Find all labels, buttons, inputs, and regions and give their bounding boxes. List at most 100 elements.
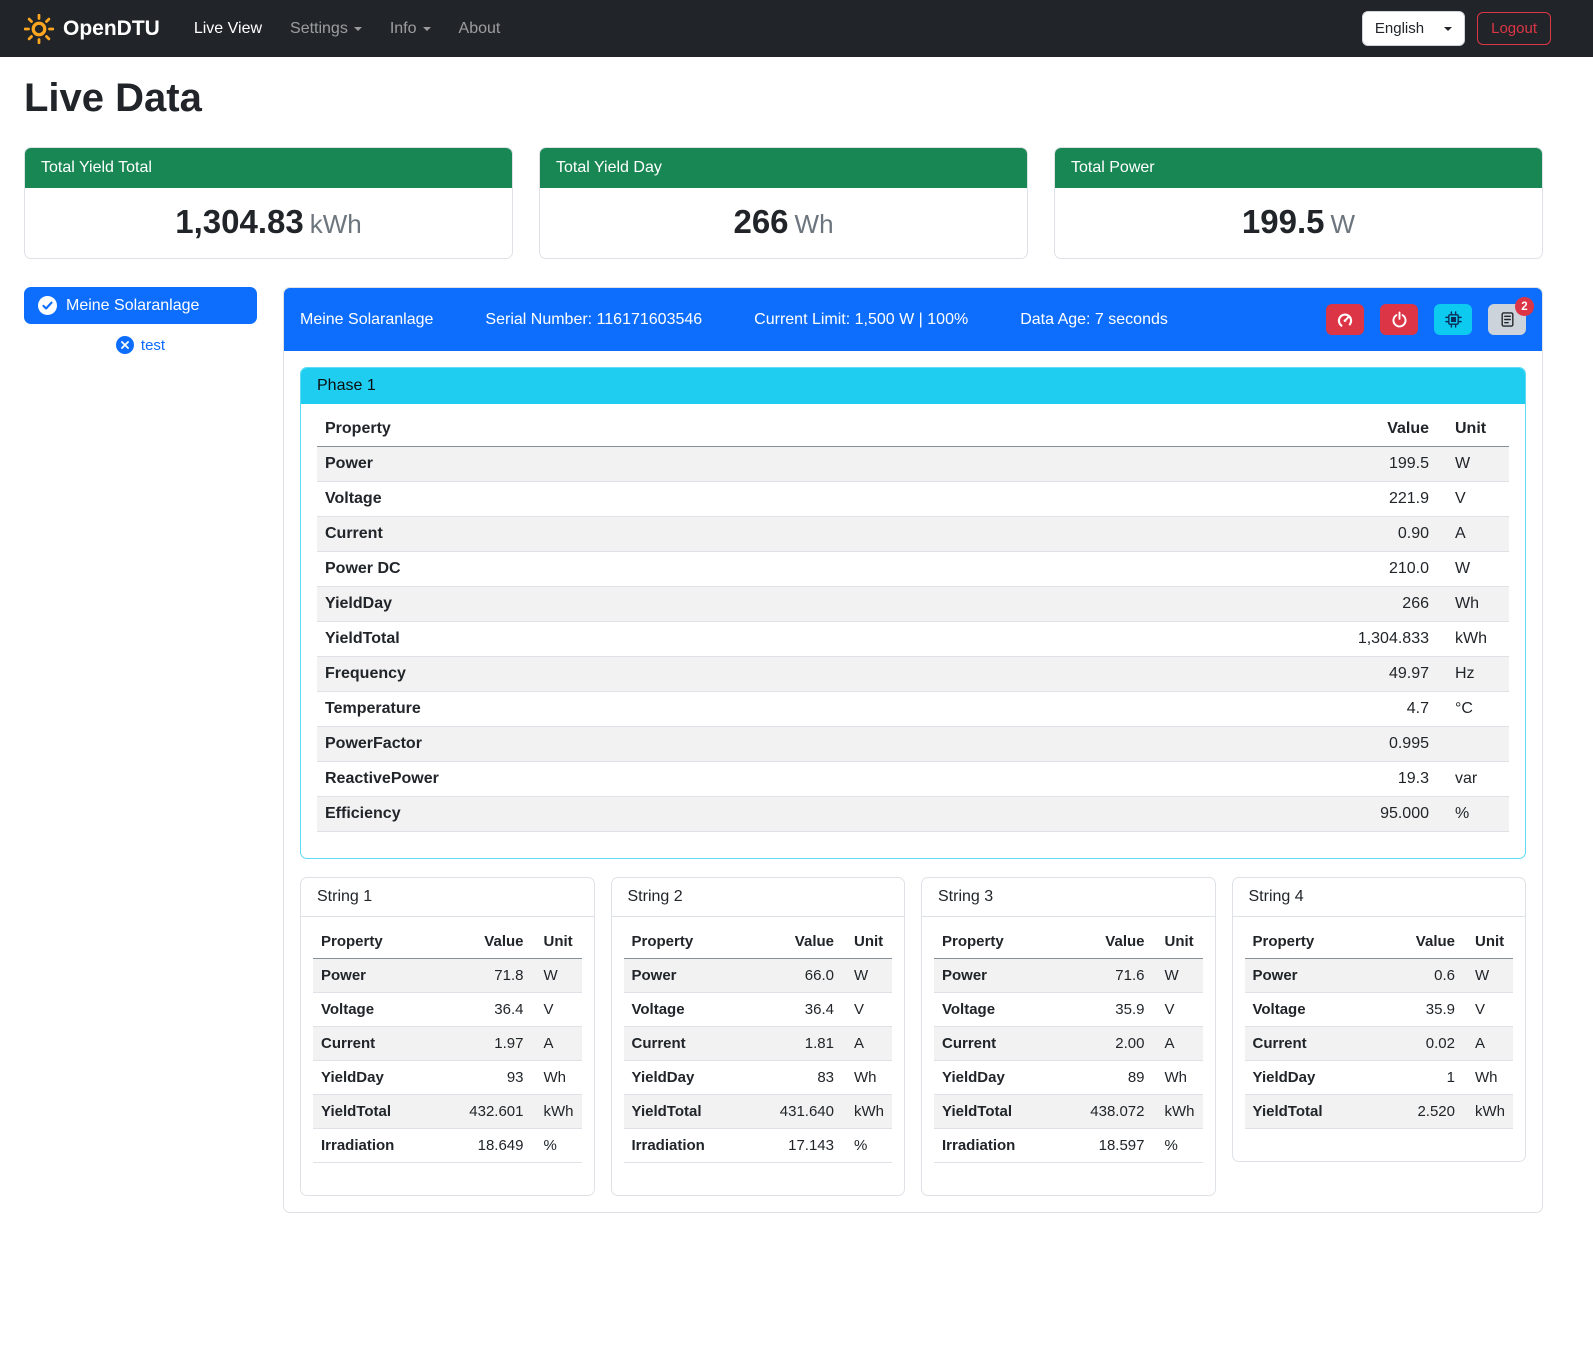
phase-table: PropertyValueUnit Power199.5WVoltage221.… [317, 412, 1509, 832]
inverter-item-test[interactable]: test [24, 336, 257, 354]
inverter-item-label: test [141, 337, 165, 354]
value-cell: 93 [435, 1061, 531, 1095]
table-row: Temperature4.7°C [317, 692, 1509, 727]
phase-card: Phase 1 PropertyValueUnit Power199.5WVol… [300, 367, 1526, 859]
totals-row: Total Yield Total 1,304.83kWh Total Yiel… [24, 147, 1543, 259]
unit-cell: Wh [1437, 587, 1509, 622]
main-nav: Live View Settings Info About [180, 12, 515, 46]
stat-card-title: Total Yield Day [540, 148, 1027, 188]
string-title: String 3 [922, 878, 1215, 917]
nav-item-settings[interactable]: Settings [276, 12, 376, 46]
event-log-button[interactable]: 2 [1488, 304, 1526, 335]
property-cell: Power [934, 959, 1056, 993]
property-cell: Current [317, 517, 987, 552]
column-header: Value [746, 925, 842, 959]
stat-card-total-yield-total: Total Yield Total 1,304.83kWh [24, 147, 513, 259]
unit-cell: Wh [842, 1061, 892, 1095]
inverter-name: Meine Solaranlage [300, 311, 433, 329]
column-header: Value [1056, 925, 1152, 959]
logout-button[interactable]: Logout [1477, 12, 1551, 45]
value-cell: 17.143 [746, 1129, 842, 1163]
table-row: YieldDay1Wh [1245, 1061, 1514, 1095]
inverter-actions: 2 [1326, 304, 1526, 335]
table-row: ReactivePower19.3var [317, 762, 1509, 797]
stat-value: 266 [733, 203, 788, 240]
property-cell: Power [624, 959, 746, 993]
brand[interactable]: OpenDTU [24, 14, 160, 44]
value-cell: 210.0 [987, 552, 1437, 587]
value-cell: 1 [1378, 1061, 1463, 1095]
power-settings-button[interactable] [1380, 304, 1418, 335]
inverter-select-label: Meine Solaranlage [66, 297, 199, 315]
value-cell: 4.7 [987, 692, 1437, 727]
value-cell: 49.97 [987, 657, 1437, 692]
unit-cell: W [1437, 552, 1509, 587]
page-title: Live Data [24, 76, 1543, 121]
table-row: Current0.90A [317, 517, 1509, 552]
property-cell: Current [313, 1027, 435, 1061]
unit-cell: kWh [842, 1095, 892, 1129]
unit-cell: kWh [1463, 1095, 1513, 1129]
main-content: Live Data Total Yield Total 1,304.83kWh … [0, 76, 1593, 1243]
nav-item-info[interactable]: Info [376, 12, 445, 46]
table-row: Power199.5W [317, 447, 1509, 482]
inverter-select-button[interactable]: Meine Solaranlage [24, 287, 257, 324]
string-table: PropertyValueUnit Power0.6WVoltage35.9VC… [1245, 925, 1514, 1129]
value-cell: 18.597 [1056, 1129, 1152, 1163]
string-title: String 4 [1233, 878, 1526, 917]
column-header: Value [435, 925, 531, 959]
table-row: Current1.97A [313, 1027, 582, 1061]
nav-item-label: Settings [290, 20, 348, 38]
table-row: Frequency49.97Hz [317, 657, 1509, 692]
column-header: Property [317, 412, 987, 447]
table-row: Efficiency95.000% [317, 797, 1509, 832]
brand-label: OpenDTU [63, 17, 160, 41]
column-header: Unit [1437, 412, 1509, 447]
nav-item-about[interactable]: About [445, 12, 515, 46]
property-cell: Current [934, 1027, 1056, 1061]
property-cell: YieldTotal [1245, 1095, 1378, 1129]
column-header: Property [624, 925, 746, 959]
table-header-row: PropertyValueUnit [317, 412, 1509, 447]
table-row: Irradiation18.597% [934, 1129, 1203, 1163]
column-header: Value [987, 412, 1437, 447]
value-cell: 18.649 [435, 1129, 531, 1163]
table-row: Power66.0W [624, 959, 893, 993]
stat-card-title: Total Power [1055, 148, 1542, 188]
nav-item-live-view[interactable]: Live View [180, 12, 276, 46]
value-cell: 0.995 [987, 727, 1437, 762]
value-cell: 1,304.833 [987, 622, 1437, 657]
value-cell: 36.4 [435, 993, 531, 1027]
limit-settings-button[interactable] [1326, 304, 1364, 335]
value-cell: 66.0 [746, 959, 842, 993]
unit-cell: V [1437, 482, 1509, 517]
value-cell: 19.3 [987, 762, 1437, 797]
device-info-button[interactable] [1434, 304, 1472, 335]
value-cell: 36.4 [746, 993, 842, 1027]
unit-cell: A [1153, 1027, 1203, 1061]
string-card-4: String 4 PropertyValueUnit Power0.6WVolt… [1232, 877, 1527, 1162]
table-row: Power DC210.0W [317, 552, 1509, 587]
stat-value: 199.5 [1242, 203, 1325, 240]
cpu-icon [1445, 311, 1462, 328]
value-cell: 89 [1056, 1061, 1152, 1095]
unit-cell: V [1463, 993, 1513, 1027]
unit-cell: kWh [1437, 622, 1509, 657]
stat-card-total-power: Total Power 199.5W [1054, 147, 1543, 259]
stat-value: 1,304.83 [175, 203, 303, 240]
string-card-3: String 3 PropertyValueUnit Power71.6WVol… [921, 877, 1216, 1196]
inverter-serial: Serial Number: 116171603546 [485, 311, 702, 329]
value-cell: 438.072 [1056, 1095, 1152, 1129]
language-select[interactable]: English [1362, 11, 1465, 46]
value-cell: 35.9 [1378, 993, 1463, 1027]
table-row: YieldDay93Wh [313, 1061, 582, 1095]
unit-cell: A [842, 1027, 892, 1061]
inverter-sidebar: Meine Solaranlage test [24, 287, 257, 354]
stat-card-body: 1,304.83kWh [25, 188, 512, 258]
phase-title: Phase 1 [301, 368, 1525, 404]
nav-item-label: About [459, 20, 501, 38]
unit-cell: Wh [1153, 1061, 1203, 1095]
table-row: YieldTotal431.640kWh [624, 1095, 893, 1129]
table-row: Power0.6W [1245, 959, 1514, 993]
inverter-panel: Meine Solaranlage Serial Number: 1161716… [283, 287, 1543, 1213]
